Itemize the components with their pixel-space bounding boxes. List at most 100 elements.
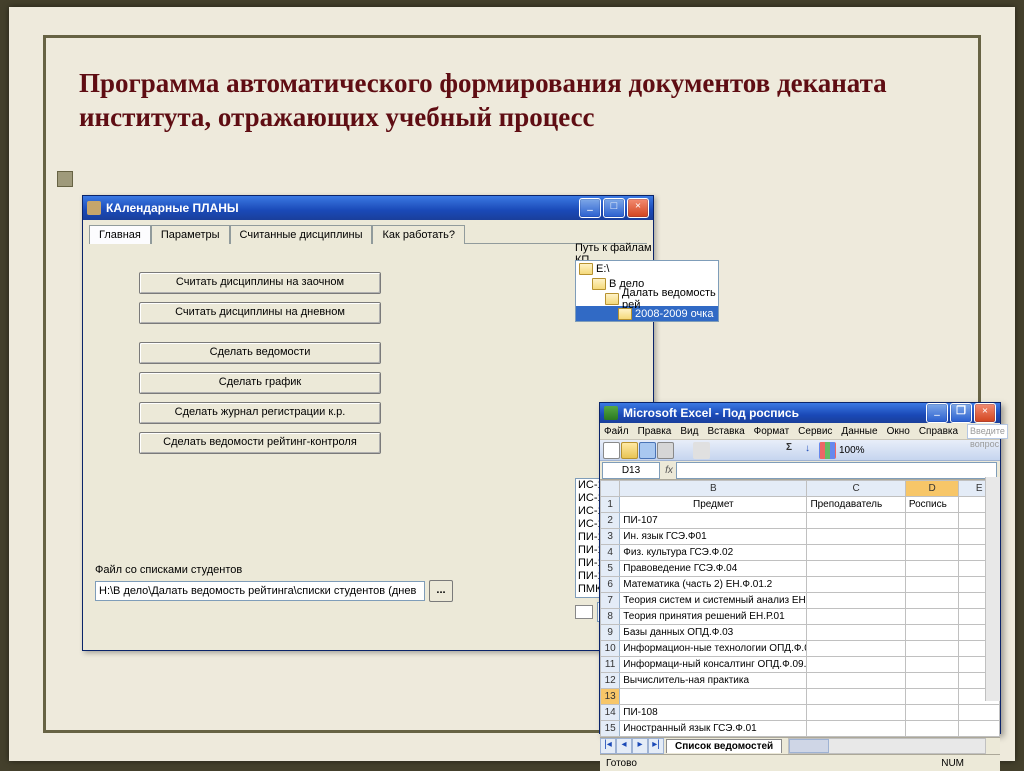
cell[interactable]: Ин. язык ГСЭ.Ф01 xyxy=(620,529,807,545)
table-row[interactable]: 5Правоведение ГСЭ.Ф.04 xyxy=(601,561,1000,577)
table-row[interactable]: 7Теория систем и системный анализ ЕН.Ф.0… xyxy=(601,593,1000,609)
table-row[interactable]: 15Иностранный язык ГСЭ.Ф.01 xyxy=(601,721,1000,737)
table-row[interactable]: 10Информацион-ные технологии ОПД.Ф.06 xyxy=(601,641,1000,657)
cell[interactable]: Вычислитель-ная практика xyxy=(620,673,807,689)
row-header[interactable]: 7 xyxy=(601,593,620,609)
table-row[interactable]: 11Информаци-ный консалтинг ОПД.Ф.09.3 xyxy=(601,657,1000,673)
minimize-button[interactable]: _ xyxy=(926,403,948,423)
nav-last-icon[interactable]: ▸| xyxy=(648,738,664,754)
cell[interactable]: Теория принятия решений ЕН.Р.01 xyxy=(620,609,807,625)
cell[interactable] xyxy=(905,673,958,689)
cell[interactable] xyxy=(620,689,807,705)
paste-icon[interactable] xyxy=(729,442,746,459)
copy-icon[interactable] xyxy=(711,442,728,459)
zoom-value[interactable]: 100% xyxy=(839,445,865,456)
row-header[interactable]: 11 xyxy=(601,657,620,673)
cell[interactable] xyxy=(905,641,958,657)
btn-grafik[interactable]: Сделать график xyxy=(139,372,381,394)
fx-icon[interactable]: fx xyxy=(662,465,676,476)
cell[interactable] xyxy=(905,609,958,625)
restore-button[interactable]: ❐ xyxy=(950,403,972,423)
maximize-button[interactable]: □ xyxy=(603,198,625,218)
nav-prev-icon[interactable]: ◂ xyxy=(616,738,632,754)
menu-view[interactable]: Вид xyxy=(680,426,698,437)
row-header[interactable]: 8 xyxy=(601,609,620,625)
menu-format[interactable]: Формат xyxy=(754,426,790,437)
autosum-icon[interactable] xyxy=(783,442,800,459)
formula-bar[interactable] xyxy=(676,462,997,479)
tree-node[interactable]: Далать ведомость рей xyxy=(576,291,718,306)
btn-read-dnev[interactable]: Считать дисциплины на дневном xyxy=(139,302,381,324)
cell[interactable] xyxy=(807,705,905,721)
cell[interactable] xyxy=(807,593,905,609)
tab-help[interactable]: Как работать? xyxy=(372,225,464,244)
btn-vedomosti[interactable]: Сделать ведомости xyxy=(139,342,381,364)
row-header[interactable]: 12 xyxy=(601,673,620,689)
row-header[interactable]: 15 xyxy=(601,721,620,737)
save-icon[interactable] xyxy=(639,442,656,459)
cell[interactable] xyxy=(807,577,905,593)
tree-node[interactable]: E:\ xyxy=(576,261,718,276)
btn-rating[interactable]: Сделать ведомости рейтинг-контроля xyxy=(139,432,381,454)
nav-first-icon[interactable]: |◂ xyxy=(600,738,616,754)
menu-file[interactable]: Файл xyxy=(604,426,629,437)
print-icon[interactable] xyxy=(657,442,674,459)
undo-icon[interactable] xyxy=(747,442,764,459)
menu-tools[interactable]: Сервис xyxy=(798,426,832,437)
cell[interactable] xyxy=(807,545,905,561)
table-row[interactable]: 12Вычислитель-ная практика xyxy=(601,673,1000,689)
cell[interactable] xyxy=(905,577,958,593)
cell[interactable]: ПИ-108 xyxy=(620,705,807,721)
cell[interactable] xyxy=(905,705,958,721)
cell[interactable] xyxy=(905,545,958,561)
cell[interactable] xyxy=(905,721,958,737)
close-button[interactable]: × xyxy=(627,198,649,218)
select-all[interactable] xyxy=(601,481,620,497)
menu-insert[interactable]: Вставка xyxy=(707,426,744,437)
cell[interactable] xyxy=(959,721,1000,737)
cell[interactable] xyxy=(807,561,905,577)
cell[interactable]: Физ. культура ГСЭ.Ф.02 xyxy=(620,545,807,561)
cell[interactable] xyxy=(905,657,958,673)
students-path-input[interactable]: Н:\В дело\Далать ведомость рейтинга\спис… xyxy=(95,581,425,601)
vertical-scrollbar[interactable] xyxy=(985,477,1000,701)
cell[interactable] xyxy=(807,673,905,689)
open-icon[interactable] xyxy=(621,442,638,459)
cell[interactable] xyxy=(905,593,958,609)
menu-help[interactable]: Справка xyxy=(919,426,958,437)
row-header[interactable]: 4 xyxy=(601,545,620,561)
table-row[interactable]: 8Теория принятия решений ЕН.Р.01 xyxy=(601,609,1000,625)
table-row[interactable]: 1 Предмет Преподаватель Роспись xyxy=(601,497,1000,513)
row-header[interactable]: 6 xyxy=(601,577,620,593)
folder-tree[interactable]: E:\ В дело Далать ведомость рей 2008-200… xyxy=(575,260,719,322)
nav-next-icon[interactable]: ▸ xyxy=(632,738,648,754)
table-row[interactable]: 3Ин. язык ГСЭ.Ф01 xyxy=(601,529,1000,545)
tree-node-selected[interactable]: 2008-2009 очка xyxy=(576,306,718,321)
cell[interactable] xyxy=(807,625,905,641)
close-button[interactable]: × xyxy=(974,403,996,423)
btn-read-zaoch[interactable]: Считать дисциплины на заочном xyxy=(139,272,381,294)
cell[interactable]: Иностранный язык ГСЭ.Ф.01 xyxy=(620,721,807,737)
cell[interactable]: Теория систем и системный анализ ЕН.Ф.05 xyxy=(620,593,807,609)
redo-icon[interactable] xyxy=(765,442,782,459)
tab-read[interactable]: Считанные дисциплины xyxy=(230,225,373,244)
table-row[interactable]: 9Базы данных ОПД.Ф.03 xyxy=(601,625,1000,641)
cell[interactable] xyxy=(807,689,905,705)
cell[interactable] xyxy=(905,625,958,641)
row-header[interactable]: 9 xyxy=(601,625,620,641)
btn-journal[interactable]: Сделать журнал регистрации к.р. xyxy=(139,402,381,424)
preview-icon[interactable] xyxy=(675,442,692,459)
cell[interactable]: Информацион-ные технологии ОПД.Ф.06 xyxy=(620,641,807,657)
tab-params[interactable]: Параметры xyxy=(151,225,230,244)
sheet-tab[interactable]: Список ведомостей xyxy=(666,739,782,753)
row-header[interactable]: 13 xyxy=(601,689,620,705)
row-header[interactable]: 10 xyxy=(601,641,620,657)
horizontal-scrollbar[interactable] xyxy=(788,738,986,754)
menu-window[interactable]: Окно xyxy=(887,426,910,437)
minimize-button[interactable]: _ xyxy=(579,198,601,218)
col-headers[interactable]: B C D E xyxy=(601,481,1000,497)
cell[interactable] xyxy=(905,513,958,529)
table-row[interactable]: 13 xyxy=(601,689,1000,705)
excel-titlebar[interactable]: Microsoft Excel - Под роспись _ ❐ × xyxy=(600,403,1000,423)
menu-data[interactable]: Данные xyxy=(841,426,877,437)
